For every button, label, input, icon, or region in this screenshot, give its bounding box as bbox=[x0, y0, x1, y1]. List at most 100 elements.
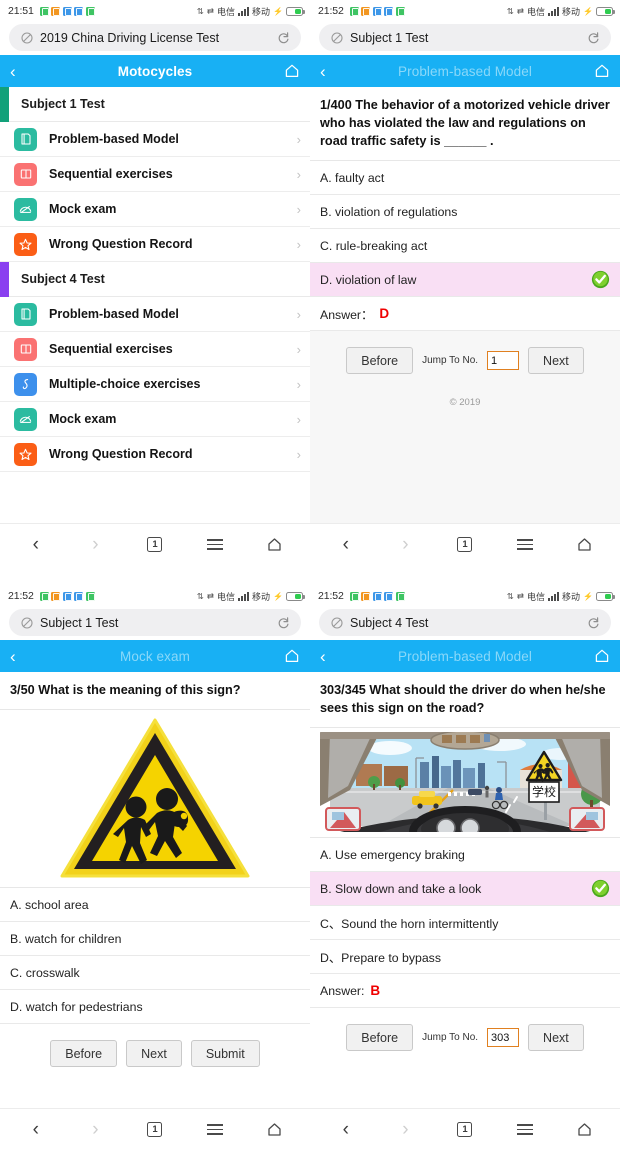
carrier-label-left: 电信 bbox=[527, 6, 546, 17]
option-row-c[interactable]: C、Sound the horn intermittently bbox=[310, 906, 620, 941]
nav-home-button[interactable] bbox=[570, 1116, 598, 1144]
nav-tabs-button[interactable]: 1 bbox=[451, 531, 479, 559]
option-row-a[interactable]: A. Use emergency braking bbox=[310, 838, 620, 873]
app-header: ‹ Problem-based Model bbox=[310, 55, 620, 87]
home-icon[interactable] bbox=[280, 63, 300, 79]
nav-back-button[interactable]: ‹ bbox=[332, 1116, 360, 1144]
home-icon[interactable] bbox=[590, 63, 610, 79]
chevron-right-icon: › bbox=[296, 446, 301, 462]
menu-item-label: Problem-based Model bbox=[49, 307, 179, 321]
option-row-a[interactable]: A. school area bbox=[0, 888, 310, 923]
app-badge-icon bbox=[361, 6, 371, 16]
nav-tabs-button[interactable]: 1 bbox=[141, 531, 169, 559]
option-row-b[interactable]: B. Slow down and take a look bbox=[310, 872, 620, 907]
url-bar[interactable]: 2019 China Driving License Test bbox=[9, 24, 301, 51]
menu-item-wrong-question-record-s4[interactable]: Wrong Question Record › bbox=[0, 437, 310, 472]
question-image-container: 学校 bbox=[310, 728, 620, 839]
reload-icon[interactable] bbox=[587, 31, 600, 44]
before-button[interactable]: Before bbox=[50, 1040, 118, 1068]
menu-item-problem-based-model[interactable]: Problem-based Model › bbox=[0, 122, 310, 157]
option-row-d[interactable]: D. violation of law bbox=[310, 263, 620, 298]
option-row-d[interactable]: D、Prepare to bypass bbox=[310, 940, 620, 975]
back-arrow-icon[interactable]: ‹ bbox=[10, 648, 30, 665]
nav-back-button[interactable]: ‹ bbox=[22, 531, 50, 559]
option-row-b[interactable]: B. watch for children bbox=[0, 922, 310, 957]
url-bar[interactable]: Subject 1 Test bbox=[9, 609, 301, 636]
nav-menu-button[interactable] bbox=[201, 1116, 229, 1144]
url-bar[interactable]: Subject 4 Test bbox=[319, 609, 611, 636]
option-label: C、Sound the horn intermittently bbox=[320, 916, 499, 931]
url-bar-container: 2019 China Driving License Test bbox=[0, 22, 310, 55]
submit-button[interactable]: Submit bbox=[190, 1040, 260, 1068]
menu-item-multiple-choice-exercises[interactable]: Multiple-choice exercises › bbox=[0, 367, 310, 402]
app-badge-icon bbox=[51, 6, 61, 16]
multi-choice-icon bbox=[14, 372, 37, 396]
option-row-a[interactable]: A. faulty act bbox=[310, 161, 620, 196]
status-app-badges bbox=[349, 6, 405, 16]
nav-menu-button[interactable] bbox=[511, 531, 539, 559]
nav-back-button[interactable]: ‹ bbox=[332, 531, 360, 559]
jump-to-input[interactable] bbox=[487, 351, 520, 371]
question-image-container bbox=[0, 710, 310, 889]
answer-value: B bbox=[370, 983, 381, 999]
jump-to-input[interactable] bbox=[487, 1028, 520, 1048]
menu-item-sequential-exercises[interactable]: Sequential exercises › bbox=[0, 157, 310, 192]
answer-label: Answer： bbox=[320, 307, 374, 322]
reload-icon[interactable] bbox=[277, 616, 290, 629]
section-title: Subject 4 Test bbox=[21, 272, 105, 286]
option-row-b[interactable]: B. violation of regulations bbox=[310, 195, 620, 230]
nav-forward-button[interactable]: › bbox=[391, 1116, 419, 1144]
option-row-d[interactable]: D. watch for pedestrians bbox=[0, 990, 310, 1025]
home-icon[interactable] bbox=[280, 648, 300, 664]
before-button[interactable]: Before bbox=[346, 1024, 414, 1052]
reload-icon[interactable] bbox=[587, 616, 600, 629]
tab-count-label: 1 bbox=[147, 1122, 163, 1137]
option-row-c[interactable]: C. rule-breaking act bbox=[310, 229, 620, 264]
nav-back-button[interactable]: ‹ bbox=[22, 1116, 50, 1144]
nav-home-button[interactable] bbox=[260, 1116, 288, 1144]
back-arrow-icon[interactable]: ‹ bbox=[320, 63, 340, 80]
carrier-label-right: 移动 bbox=[252, 6, 271, 17]
menu-item-problem-based-model-s4[interactable]: Problem-based Model › bbox=[0, 297, 310, 332]
nav-button-row: Before Jump To No. Next bbox=[346, 1024, 584, 1052]
menu-item-sequential-exercises-s4[interactable]: Sequential exercises › bbox=[0, 332, 310, 367]
url-bar-container: Subject 1 Test bbox=[310, 22, 620, 55]
url-bar[interactable]: Subject 1 Test bbox=[319, 24, 611, 51]
menu-item-mock-exam-s4[interactable]: Mock exam › bbox=[0, 402, 310, 437]
section-accent-bar bbox=[0, 87, 9, 122]
hamburger-menu-icon bbox=[206, 1124, 223, 1135]
nav-menu-button[interactable] bbox=[511, 1116, 539, 1144]
data-transfer-icon: ⇄ bbox=[516, 5, 524, 16]
page-title: Motocycles bbox=[117, 63, 193, 79]
nav-tabs-button[interactable]: 1 bbox=[141, 1116, 169, 1144]
menu-item-label: Sequential exercises bbox=[49, 342, 173, 356]
nav-home-button[interactable] bbox=[260, 531, 288, 559]
menu-item-mock-exam[interactable]: Mock exam › bbox=[0, 192, 310, 227]
nav-menu-button[interactable] bbox=[201, 531, 229, 559]
before-button[interactable]: Before bbox=[346, 347, 414, 375]
nav-forward-button[interactable]: › bbox=[81, 1116, 109, 1144]
next-button[interactable]: Next bbox=[528, 347, 584, 375]
next-button[interactable]: Next bbox=[528, 1024, 584, 1052]
app-badge-icon bbox=[372, 591, 382, 601]
option-label: B. violation of regulations bbox=[320, 204, 458, 219]
nav-forward-button[interactable]: › bbox=[81, 531, 109, 559]
menu-item-label: Multiple-choice exercises bbox=[49, 377, 201, 391]
url-text: Subject 1 Test bbox=[40, 615, 119, 630]
nav-home-button[interactable] bbox=[570, 531, 598, 559]
app-badge-icon bbox=[85, 6, 95, 16]
nav-forward-button[interactable]: › bbox=[391, 531, 419, 559]
open-book-icon bbox=[14, 162, 37, 186]
nav-tabs-button[interactable]: 1 bbox=[451, 1116, 479, 1144]
menu-item-wrong-question-record[interactable]: Wrong Question Record › bbox=[0, 227, 310, 262]
back-arrow-icon[interactable]: ‹ bbox=[320, 648, 340, 665]
next-button[interactable]: Next bbox=[126, 1040, 182, 1068]
home-icon[interactable] bbox=[590, 648, 610, 664]
back-arrow-icon[interactable]: ‹ bbox=[10, 63, 30, 80]
option-label: A. school area bbox=[10, 897, 89, 912]
option-row-c[interactable]: C. crosswalk bbox=[0, 956, 310, 991]
reload-icon[interactable] bbox=[277, 31, 290, 44]
section-header-subject1: Subject 1 Test bbox=[0, 87, 310, 122]
app-badge-icon bbox=[349, 6, 359, 16]
status-right-cluster: ⇅ ⇄ 电信 移动 ⚡ bbox=[507, 5, 615, 18]
